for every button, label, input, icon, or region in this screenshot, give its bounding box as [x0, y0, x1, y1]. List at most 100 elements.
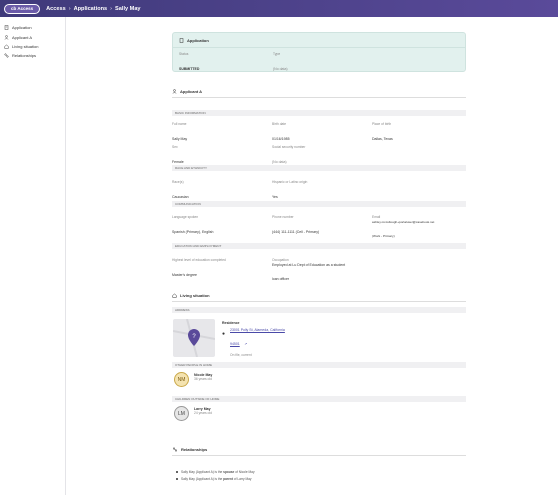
- location-pin-icon: ●: [222, 331, 226, 337]
- document-icon: [4, 25, 9, 30]
- application-card: Application Status SUBMITTED Type (No da…: [172, 32, 466, 72]
- external-link-icon[interactable]: ↗: [244, 342, 247, 346]
- relationship-text: of Nicole May: [234, 470, 255, 474]
- sidebar-item-applicant-a[interactable]: Applicant A: [0, 32, 65, 41]
- field-label: Language spoken: [172, 215, 199, 219]
- place-of-birth-field: Place of birth Dallas, Texas: [372, 122, 393, 145]
- field-value: Caucasian: [172, 195, 189, 199]
- avatar-initials: NM: [177, 376, 186, 383]
- person-age: 24 years old: [194, 411, 212, 415]
- relationships-header: Relationships: [172, 447, 466, 456]
- person-nicole: Nicole May 36 years old: [194, 373, 212, 382]
- logo-text: cb Access: [11, 6, 34, 11]
- basic-information-band: BASIC INFORMATION: [172, 110, 466, 116]
- children-outside-band: CHILDREN OUTSIDE OF HOME: [172, 396, 466, 402]
- breadcrumb-access[interactable]: Access: [46, 6, 66, 12]
- field-value-continued: loan officer: [272, 277, 290, 281]
- sidebar: Application Applicant A Living situation…: [0, 17, 66, 495]
- sidebar-item-label: Application: [12, 25, 32, 31]
- person-age: 36 years old: [194, 377, 212, 381]
- app-logo[interactable]: cb Access: [4, 3, 41, 14]
- home-icon: [4, 44, 9, 49]
- relationship-type: parent: [223, 477, 233, 481]
- occupation-field: Occupation Employed at Lu Dept of Educati…: [272, 258, 382, 285]
- bullet: [176, 471, 178, 473]
- relationship-text: Sally May (Applicant A) is the: [181, 477, 224, 481]
- avatar: NM: [174, 372, 189, 387]
- living-situation-header: Living situation: [172, 293, 466, 302]
- list-item: Sally May (Applicant A) is the parent of…: [176, 477, 255, 481]
- residence-block: Residence ● 23001 Polly St, Alameda, Cal…: [222, 321, 285, 358]
- relationships-icon: [173, 447, 177, 452]
- races-field: Race(s) Caucasian: [172, 180, 189, 203]
- status-value: SUBMITTED: [179, 67, 200, 71]
- field-label: Social security number: [272, 145, 306, 149]
- person-icon: [4, 34, 9, 40]
- type-value: (No data): [273, 67, 288, 71]
- field-label: Place of birth: [372, 122, 392, 126]
- field-value: ashley.mccullough+portaluser@casebook.ne…: [372, 220, 435, 224]
- applicant-title: Applicant A: [180, 89, 203, 94]
- relationships-icon: [4, 53, 9, 58]
- field-value: Employed at Lu Dept of Education as a st…: [272, 263, 346, 267]
- communication-band: COMMUNICATION: [172, 201, 466, 207]
- education-employment-band: EDUCATION AND EMPLOYMENT: [172, 243, 466, 249]
- main-content: Application Status SUBMITTED Type (No da…: [66, 17, 558, 495]
- field-value: 01/16/1985: [272, 137, 290, 141]
- breadcrumb: Access › Applications › Sally May: [46, 6, 140, 12]
- field-label: Highest level of education completed: [172, 258, 226, 262]
- chevron-right-icon: ›: [68, 5, 71, 12]
- other-people-band: OTHER PEOPLE IN HOME: [172, 362, 466, 368]
- residence-title: Residence: [222, 321, 240, 325]
- race-ethnicity-band: RACE AND ETHNICITY: [172, 165, 466, 171]
- field-label: Sex: [172, 145, 178, 149]
- map-thumbnail[interactable]: ?: [173, 319, 215, 357]
- avatar: LM: [174, 406, 189, 421]
- type-label: Type: [273, 52, 281, 56]
- address-note: On file, current: [230, 353, 252, 357]
- map-marker-icon: ?: [173, 319, 215, 357]
- application-title: Application: [187, 38, 209, 43]
- relationship-text: of Larry May: [232, 477, 252, 481]
- relationship-type: spouse: [223, 470, 235, 474]
- person-icon: [172, 89, 177, 94]
- top-bar: cb Access Access › Applications › Sally …: [0, 0, 558, 17]
- sidebar-item-application[interactable]: Application: [0, 23, 65, 32]
- relationships-list: Sally May (Applicant A) is the spouse of…: [176, 470, 255, 484]
- list-item: Sally May (Applicant A) is the spouse of…: [176, 470, 255, 474]
- living-situation-title: Living situation: [180, 293, 210, 298]
- status-label: Status: [179, 52, 189, 56]
- full-name-field: Full name Sally May: [172, 122, 187, 145]
- field-label: Full name: [172, 122, 187, 126]
- sidebar-item-living-situation[interactable]: Living situation: [0, 42, 65, 51]
- field-value: (No data): [272, 160, 287, 164]
- address-band: ADDRESS: [172, 307, 466, 313]
- field-value: (444) 111-1111 (Cell - Primary): [272, 230, 320, 234]
- bullet: [176, 478, 178, 480]
- type-field: Type (No data): [273, 52, 288, 75]
- applicant-section-header: Applicant A: [172, 89, 466, 98]
- field-label: Occupation: [272, 258, 289, 262]
- divider: [173, 47, 465, 48]
- document-icon: [179, 38, 184, 43]
- field-value: Sally May: [172, 137, 188, 141]
- sidebar-item-relationships[interactable]: Relationships: [0, 51, 65, 60]
- address-link-zip[interactable]: 94501: [230, 342, 240, 346]
- breadcrumb-current: Sally May: [115, 5, 141, 12]
- field-label: Race(s): [172, 180, 184, 184]
- breadcrumb-applications[interactable]: Applications: [74, 6, 108, 12]
- email-field: Email ashley.mccullough+portaluser@casebo…: [372, 215, 466, 242]
- phone-field: Phone number (444) 111-1111 (Cell - Prima…: [272, 215, 319, 238]
- field-note: (Work - Primary): [372, 234, 395, 238]
- relationships-title: Relationships: [181, 447, 208, 452]
- language-field: Language spoken Spanish (Primary), Englis…: [172, 215, 213, 238]
- status-field: Status SUBMITTED: [179, 52, 199, 75]
- field-label: Hispanic or Latino origin: [272, 180, 308, 184]
- field-value: Female: [172, 160, 184, 164]
- birth-date-field: Birth date 01/16/1985: [272, 122, 290, 145]
- field-value: Yes: [272, 195, 278, 199]
- field-value: Spanish (Primary), English: [172, 230, 214, 234]
- relationship-text: Sally May (Applicant A) is the: [181, 470, 224, 474]
- sidebar-item-label: Relationships: [12, 53, 37, 59]
- home-icon: [172, 293, 177, 298]
